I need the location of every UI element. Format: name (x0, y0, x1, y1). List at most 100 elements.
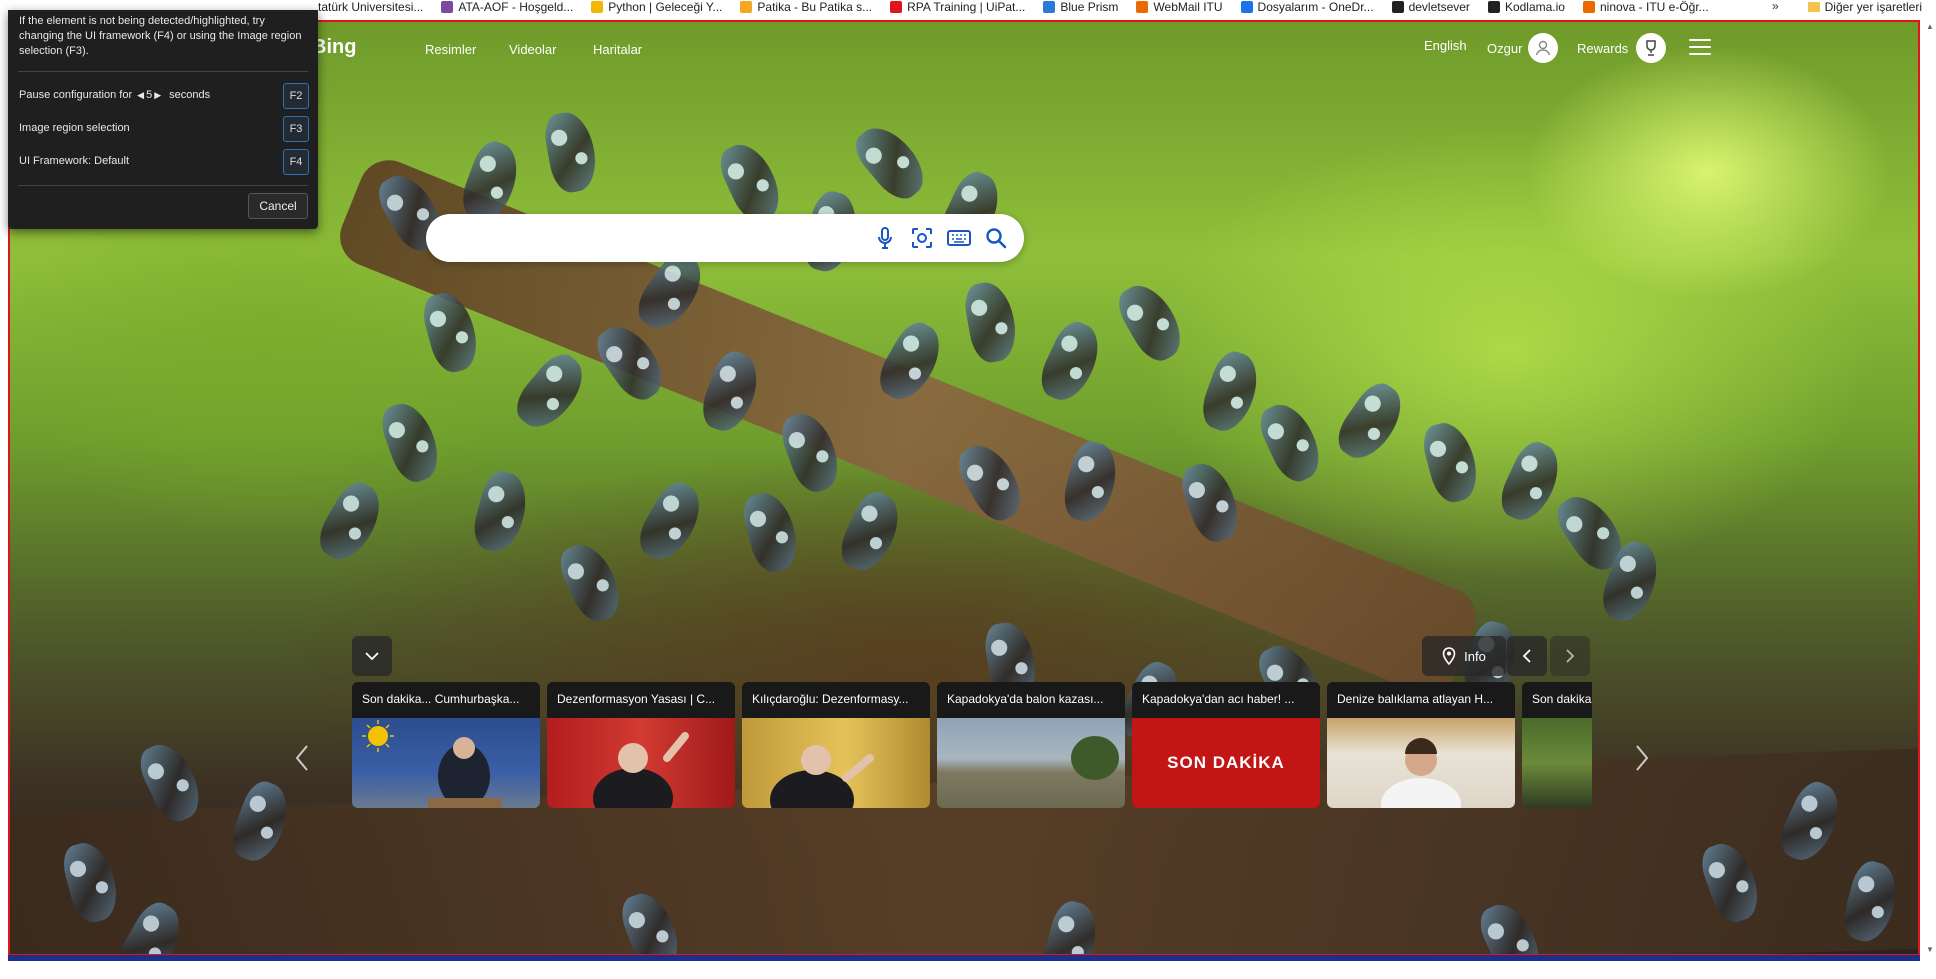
pause-seconds-value[interactable]: 5 (146, 89, 152, 101)
pause-suffix: seconds (169, 89, 211, 101)
bookmark-label: RPA Training | UiPat... (907, 0, 1026, 14)
divider (18, 71, 308, 72)
news-card-image (1522, 718, 1592, 808)
next-image-button[interactable] (1550, 636, 1590, 676)
bookmarks-list: tatürk Universitesi... ATA-AOF - Hoşgeld.… (318, 0, 1727, 14)
bookmark-item[interactable]: ninova - ITU e-Öğr... (1582, 0, 1709, 14)
decrease-icon[interactable]: ◀ (137, 90, 144, 101)
bookmark-item[interactable]: Patika - Bu Patika s... (740, 0, 872, 14)
bookmark-label: Dosyalarım - OneDr... (1257, 0, 1374, 14)
rewards-label: Rewards (1577, 40, 1629, 56)
divider (18, 185, 308, 186)
nav-images[interactable]: Resimler (425, 42, 476, 57)
bookmark-label: Patika - Bu Patika s... (757, 0, 873, 14)
image-region-row: Image region selection F3 (19, 116, 309, 142)
ui-framework-row: UI Framework: Default F4 (19, 149, 309, 175)
bookmark-favicon-icon (441, 1, 454, 13)
nav-maps[interactable]: Haritalar (593, 42, 642, 57)
bookmark-item[interactable]: devletsever (1391, 0, 1470, 14)
chevron-left-icon (1522, 649, 1531, 663)
chevron-right-icon (1566, 649, 1575, 663)
carousel-next-button[interactable] (1630, 738, 1654, 778)
news-card[interactable]: Denize balıklama atlayan H... (1327, 682, 1515, 808)
bookmark-item[interactable]: RPA Training | UiPat... (890, 0, 1025, 14)
bing-logo[interactable]: Bing (312, 36, 356, 59)
search-icon[interactable] (984, 226, 1008, 250)
news-card-title: Kapadokya'dan acı haber! ... (1132, 682, 1320, 718)
ui-framework-shortcut-key[interactable]: F4 (283, 149, 309, 175)
user-account-button[interactable]: Ozgur (1487, 33, 1559, 63)
breaking-news-banner: SON DAKİKA (1132, 718, 1320, 808)
bookmark-label: ninova - ITU e-Öğr... (1599, 0, 1709, 14)
search-input[interactable] (446, 226, 846, 250)
news-card[interactable]: Son dakika (1522, 682, 1592, 808)
rewards-button[interactable]: Rewards (1577, 33, 1667, 63)
bookmark-item[interactable]: ATA-AOF - Hoşgeld... (441, 0, 573, 14)
bookmark-label: Kodlama.io (1504, 0, 1565, 14)
bookmark-item[interactable]: Dosyalarım - OneDr... (1240, 0, 1374, 14)
news-card[interactable]: Dezenformasyon Yasası | C... (547, 682, 735, 808)
scrollbar[interactable]: ▲ ▼ (1924, 20, 1934, 956)
previous-image-button[interactable] (1507, 636, 1547, 676)
bookmark-item[interactable]: Blue Prism (1043, 0, 1118, 14)
news-card-image: SON DAKİKA (1132, 718, 1320, 808)
location-pin-icon (1442, 647, 1456, 665)
pause-configuration-row: Pause configuration for ◀ 5 ▶ seconds F2 (19, 83, 309, 109)
other-bookmarks-label: Diğer yer işaretleri (1824, 0, 1922, 14)
microphone-icon[interactable] (873, 226, 897, 250)
hamburger-menu-icon[interactable] (1689, 39, 1711, 55)
pause-shortcut-key[interactable]: F2 (283, 83, 309, 109)
bookmark-favicon-icon (1487, 1, 1500, 13)
bookmark-favicon-icon (740, 1, 753, 13)
bookmark-favicon-icon (1136, 1, 1149, 13)
image-info-button[interactable]: Info (1422, 636, 1506, 676)
element-selection-dialog: If the element is not being detected/hig… (8, 10, 318, 229)
news-card-image (937, 718, 1125, 808)
chevron-left-icon (295, 745, 308, 771)
bookmark-label: Python | Geleceği Y... (608, 0, 723, 14)
nav-videos[interactable]: Videolar (509, 42, 556, 57)
image-region-label: Image region selection (19, 122, 130, 134)
language-label: English (1424, 38, 1467, 53)
scroll-up-icon[interactable]: ▲ (1926, 22, 1934, 31)
dialog-message: If the element is not being detected/hig… (19, 15, 302, 57)
bookmark-label: devletsever (1408, 0, 1470, 14)
other-bookmarks-button[interactable]: Diğer yer işaretleri (1807, 0, 1922, 14)
search-box (426, 214, 1024, 262)
language-link[interactable]: English (1424, 38, 1467, 53)
bookmark-item[interactable]: tatürk Universitesi... (318, 0, 423, 14)
scroll-down-icon[interactable]: ▼ (1926, 945, 1934, 954)
avatar-icon (1528, 33, 1559, 63)
bookmark-favicon-icon (1043, 1, 1056, 13)
news-card[interactable]: Kapadokya'da balon kazası... (937, 682, 1125, 808)
news-card[interactable]: Kılıçdaroğlu: Dezenformasy... (742, 682, 930, 808)
bookmark-favicon-icon (1240, 1, 1253, 13)
news-card-title: Son dakika (1522, 682, 1592, 718)
bookmark-item[interactable]: Python | Geleceği Y... (591, 0, 722, 14)
image-region-shortcut-key[interactable]: F3 (283, 116, 309, 142)
cancel-button[interactable]: Cancel (248, 193, 308, 219)
carousel-prev-button[interactable] (290, 738, 314, 778)
pause-prefix: Pause configuration for (19, 89, 133, 101)
news-card-image (547, 718, 735, 808)
collapse-carousel-button[interactable] (352, 636, 392, 676)
bookmarks-overflow-button[interactable]: » (1772, 0, 1779, 13)
bookmark-item[interactable]: Kodlama.io (1487, 0, 1565, 14)
news-card-title: Denize balıklama atlayan H... (1327, 682, 1515, 718)
bookmark-label: ATA-AOF - Hoşgeld... (458, 0, 574, 14)
bookmark-label: WebMail ITU (1153, 0, 1223, 14)
taskbar-edge (8, 955, 1920, 961)
news-card[interactable]: Son dakika... Cumhurbaşka... (352, 682, 540, 808)
keyboard-icon[interactable] (947, 226, 971, 250)
news-card-title: Son dakika... Cumhurbaşka... (352, 682, 540, 718)
ui-framework-label: UI Framework: Default (19, 155, 130, 167)
news-card-image (1327, 718, 1515, 808)
increase-icon[interactable]: ▶ (154, 90, 161, 101)
news-card[interactable]: Kapadokya'dan acı haber! ... SON DAKİKA (1132, 682, 1320, 808)
bookmark-item[interactable]: WebMail ITU (1136, 0, 1223, 14)
visual-search-icon[interactable] (910, 226, 934, 250)
news-card-title: Kılıçdaroğlu: Dezenformasy... (742, 682, 930, 718)
news-card-image (742, 718, 930, 808)
chevron-down-icon (365, 652, 379, 661)
trophy-icon (1636, 33, 1667, 63)
